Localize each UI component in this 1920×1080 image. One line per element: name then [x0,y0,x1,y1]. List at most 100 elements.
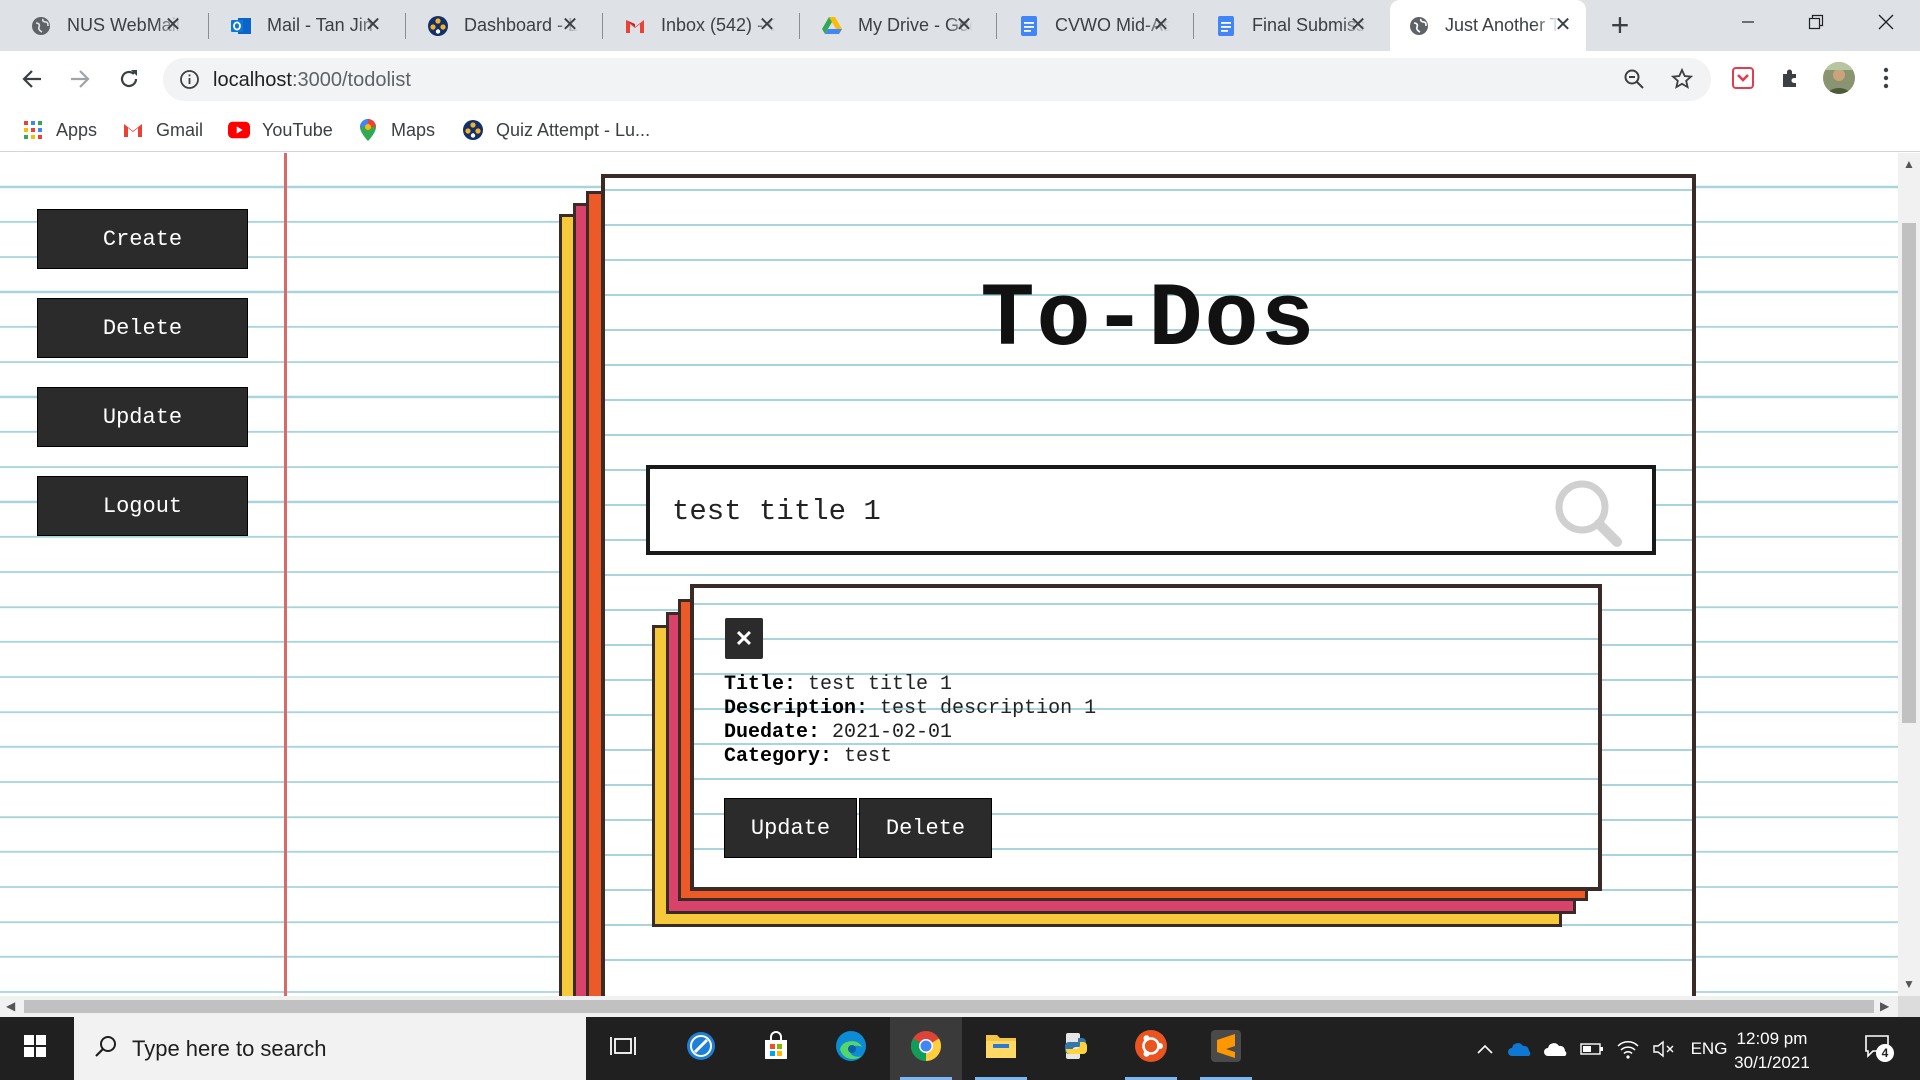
profile-avatar[interactable] [1823,62,1855,94]
extensions-puzzle-icon[interactable] [1779,66,1803,95]
bookmark-label: Gmail [156,119,204,140]
show-hidden-icons-button[interactable] [1470,1017,1500,1080]
field-label: Category: [724,745,833,768]
wifi-icon[interactable] [1612,1017,1644,1080]
close-card-button[interactable]: ✕ [725,618,763,659]
taskbar-app-flameshot[interactable] [665,1017,737,1080]
outlook-icon [230,15,252,37]
python-icon [1060,1030,1092,1067]
bookmark-maps[interactable]: Maps [357,116,435,144]
tab-nus-webmail[interactable]: NUS WebMail ✕ [0,0,196,51]
taskbar-clock[interactable]: 12:09 pm 30/1/2021 [1722,1027,1822,1075]
luminus-icon [462,119,484,141]
taskbar-app-chrome[interactable] [890,1017,962,1080]
close-icon[interactable]: ✕ [953,14,975,36]
clock-time: 12:09 pm [1736,1029,1808,1048]
bookmark-label: Quiz Attempt - Lu... [496,119,651,140]
sidebar-update-button[interactable]: Update [37,387,248,447]
horizontal-scrollbar[interactable]: ◀ ▶ [0,996,1898,1017]
taskbar-app-file-explorer[interactable] [965,1017,1037,1080]
apps-grid-icon [22,119,44,141]
scroll-left-icon[interactable]: ◀ [6,999,15,1013]
vertical-scroll-thumb[interactable] [1902,223,1916,723]
forward-button[interactable] [63,62,97,96]
start-button[interactable] [0,1017,70,1080]
restore-button[interactable] [1782,0,1850,44]
tab-final-submission[interactable]: Final Submission ✕ [1185,0,1381,51]
taskbar-app-ubuntu[interactable] [1115,1017,1187,1080]
ubuntu-icon [1134,1029,1168,1068]
onedrive-personal-icon[interactable] [1540,1017,1572,1080]
taskbar-app-sublime-text[interactable] [1190,1017,1262,1080]
todo-description-row: Description: test description 1 [724,697,1096,720]
docs-icon [1215,15,1237,37]
close-icon[interactable]: ✕ [559,14,581,36]
youtube-icon [228,119,250,141]
chrome-icon [910,1030,942,1067]
reload-button[interactable] [112,62,146,96]
tab-mail[interactable]: Mail - Tan Jin ✕ [200,0,396,51]
close-icon[interactable]: ✕ [362,14,384,36]
taskbar-app-store[interactable] [740,1017,812,1080]
search-input[interactable] [672,491,1532,531]
field-label: Description: [724,697,869,720]
todo-title-value: test title 1 [808,673,953,696]
vertical-scrollbar[interactable]: ▲ ▼ [1898,153,1920,996]
todo-update-button[interactable]: Update [724,798,857,858]
screenshot-tool-icon [685,1030,717,1067]
scroll-up-icon[interactable]: ▲ [1903,157,1915,171]
action-center-button[interactable]: 4 [1852,1017,1902,1080]
bookmark-youtube[interactable]: YouTube [228,116,333,144]
pocket-extension-icon[interactable] [1731,66,1755,95]
sidebar-create-button[interactable]: Create [37,209,248,269]
address-bar[interactable]: localhost:3000/todolist [163,58,1711,101]
battery-icon[interactable] [1576,1017,1608,1080]
horizontal-scroll-thumb[interactable] [24,1000,1874,1013]
sidebar-logout-button[interactable]: Logout [37,476,248,536]
luminus-icon [427,15,449,37]
store-bag-icon [761,1031,791,1066]
windows-taskbar: Type here to search ENG 12:09 pm 30/1/20… [0,1017,1920,1080]
close-icon[interactable]: ✕ [162,14,184,36]
taskbar-search[interactable]: Type here to search [74,1017,586,1080]
taskbar-search-placeholder: Type here to search [132,1035,327,1061]
info-icon[interactable] [179,69,200,95]
task-view-button[interactable] [587,1017,659,1080]
tab-google-drive[interactable]: My Drive - Google Drive ✕ [791,0,987,51]
todo-title-row: Title: test title 1 [724,673,952,696]
tab-just-another-todo-list[interactable]: Just Another To-Do List ✕ [1390,0,1586,51]
search-icon [94,1034,118,1063]
bookmark-quiz-attempt[interactable]: Quiz Attempt - Lu... [462,116,650,144]
bookmark-apps[interactable]: Apps [22,116,97,144]
close-icon[interactable]: ✕ [1150,14,1172,36]
tab-cvwo-mid-assignment[interactable]: CVWO Mid-Assignment ✕ [988,0,1184,51]
page-viewport: Create Delete Update Logout To-Dos ✕ Tit… [0,153,1898,996]
back-button[interactable] [15,62,49,96]
close-icon[interactable]: ✕ [756,14,778,36]
taskbar-app-python[interactable] [1040,1017,1112,1080]
scroll-right-icon[interactable]: ▶ [1880,999,1889,1013]
todo-delete-button[interactable]: Delete [859,798,992,858]
new-tab-button[interactable]: + [1603,8,1637,42]
close-icon[interactable]: ✕ [1347,14,1369,36]
close-icon[interactable]: ✕ [1552,14,1574,36]
bookmark-gmail[interactable]: Gmail [122,116,203,144]
menu-kebab-icon[interactable] [1880,66,1892,95]
minimize-button[interactable] [1714,0,1782,44]
tab-dashboard[interactable]: Dashboard - LumiNUS ✕ [397,0,593,51]
todo-duedate-value: 2021-02-01 [832,721,953,744]
taskbar-app-edge[interactable] [815,1017,887,1080]
scroll-down-icon[interactable]: ▼ [1903,977,1915,991]
tab-gmail[interactable]: Inbox (542) - Gmail ✕ [594,0,790,51]
gmail-icon [624,15,646,37]
clock-date: 30/1/2021 [1734,1053,1810,1072]
volume-muted-icon[interactable] [1648,1017,1680,1080]
sidebar-delete-button[interactable]: Delete [37,298,248,358]
onedrive-icon[interactable] [1504,1017,1536,1080]
maps-pin-icon [357,119,379,141]
close-window-button[interactable] [1852,0,1920,44]
url-text[interactable]: localhost:3000/todolist [213,69,411,92]
search-icon[interactable] [1550,477,1624,556]
bookmark-star-icon[interactable] [1670,67,1694,95]
zoom-icon[interactable] [1623,68,1645,95]
